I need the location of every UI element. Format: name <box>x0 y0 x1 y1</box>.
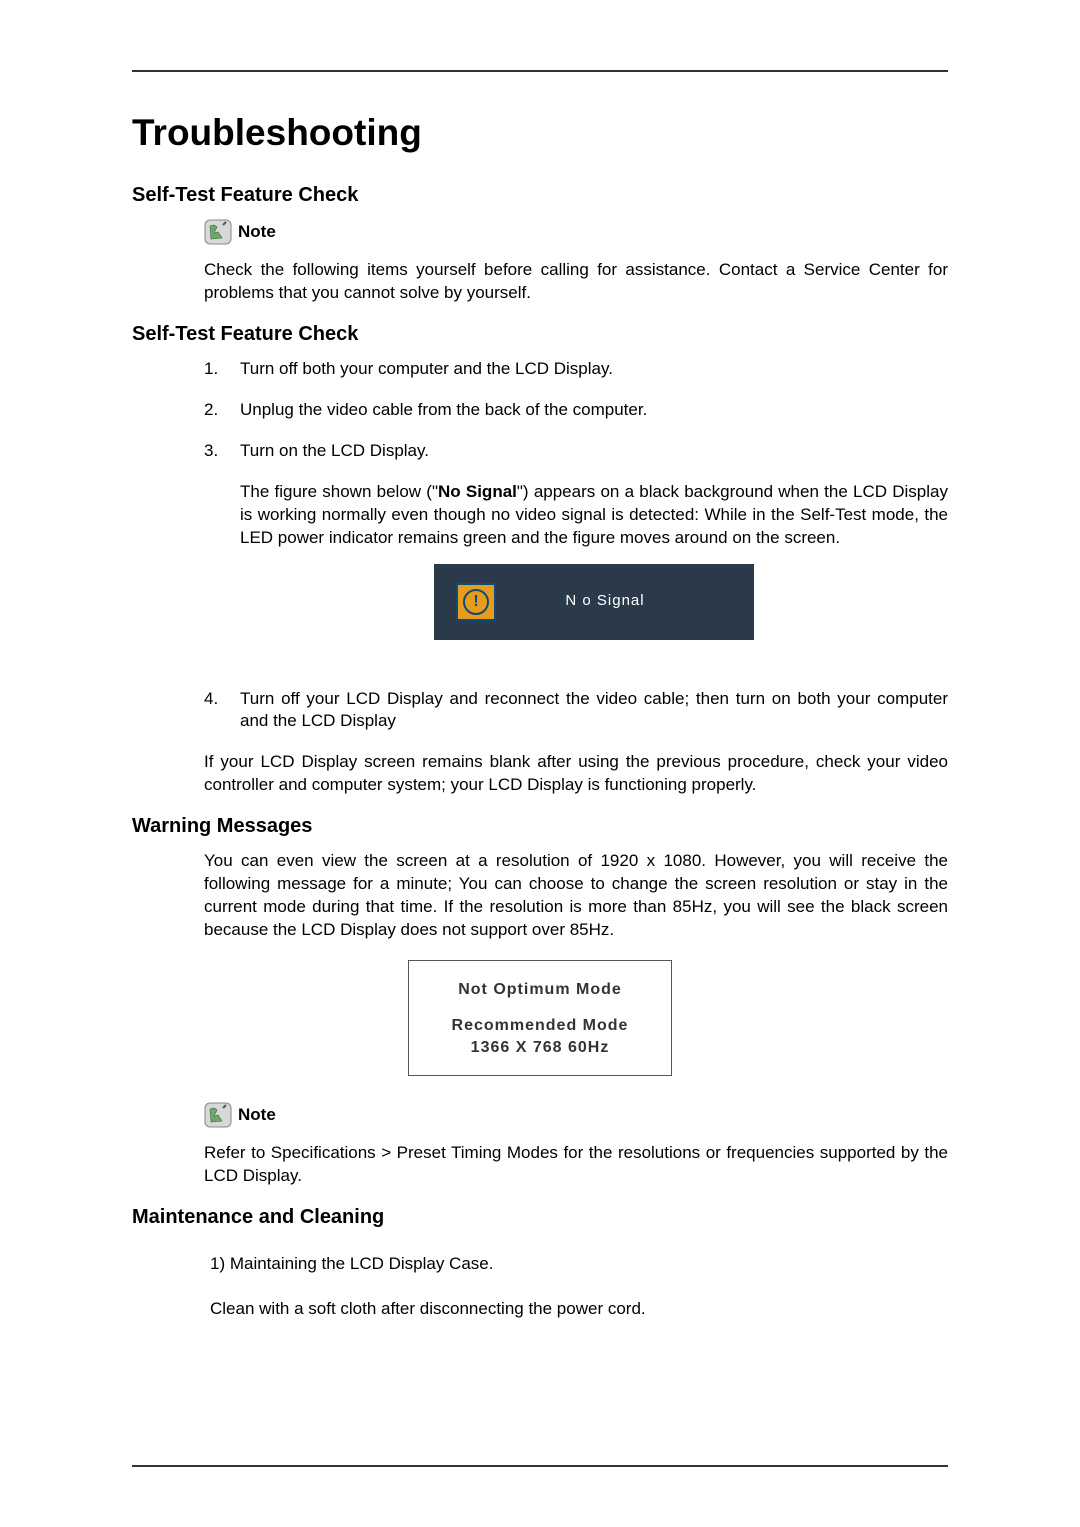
closing-paragraph: If your LCD Display screen remains blank… <box>204 751 948 797</box>
section-heading-selftest-2: Self-Test Feature Check <box>132 323 948 346</box>
step-text: Unplug the video cable from the back of … <box>240 399 948 422</box>
note-label: Note <box>238 222 276 242</box>
maintenance-line2: Clean with a soft cloth after disconnect… <box>210 1298 948 1321</box>
note-body: Refer to Specifications > Preset Timing … <box>204 1142 948 1188</box>
section-heading-selftest-1: Self-Test Feature Check <box>132 184 948 207</box>
optimum-line1: Not Optimum Mode <box>419 981 661 999</box>
step-text: Turn on the LCD Display. <box>240 441 429 460</box>
list-item: 2. Unplug the video cable from the back … <box>204 399 948 422</box>
step-number: 2. <box>204 399 240 422</box>
optimum-line2: Recommended Mode <box>419 1017 661 1035</box>
not-optimum-figure: Not Optimum Mode Recommended Mode 1366 X… <box>408 960 672 1076</box>
step-extra-bold: No Signal <box>438 482 517 501</box>
section-heading-warning: Warning Messages <box>132 815 948 838</box>
intro-paragraph: Check the following items yourself befor… <box>204 259 948 305</box>
step-number: 1. <box>204 358 240 381</box>
optimum-line3: 1366 X 768 60Hz <box>419 1039 661 1057</box>
no-signal-figure: ! N o Signal <box>434 564 754 640</box>
note-row-2: Note <box>204 1102 948 1128</box>
note-label: Note <box>238 1105 276 1125</box>
divider-top <box>132 70 948 72</box>
step-text: Turn off both your computer and the LCD … <box>240 358 948 381</box>
list-item: 4. Turn off your LCD Display and reconne… <box>204 688 948 734</box>
note-icon <box>204 1102 232 1128</box>
note-icon <box>204 219 232 245</box>
step-body: Turn on the LCD Display. The figure show… <box>240 440 948 670</box>
maintenance-line1: 1) Maintaining the LCD Display Case. <box>210 1253 948 1276</box>
step-text: Turn off your LCD Display and reconnect … <box>240 688 948 734</box>
page-title: Troubleshooting <box>132 112 948 154</box>
warning-body: You can even view the screen at a resolu… <box>204 850 948 942</box>
page-container: Troubleshooting Self-Test Feature Check … <box>0 0 1080 1321</box>
list-item: 1. Turn off both your computer and the L… <box>204 358 948 381</box>
section-heading-maintenance: Maintenance and Cleaning <box>132 1206 948 1229</box>
warning-icon: ! <box>456 583 496 621</box>
steps-list: 1. Turn off both your computer and the L… <box>204 358 948 734</box>
warning-icon-inner: ! <box>463 589 489 615</box>
step-extra: The figure shown below ("No Signal") app… <box>240 481 948 550</box>
step-number: 3. <box>204 440 240 670</box>
note-row-1: Note <box>204 219 948 245</box>
step-extra-pre: The figure shown below (" <box>240 482 438 501</box>
step-number: 4. <box>204 688 240 734</box>
no-signal-text: N o Signal <box>496 591 754 611</box>
list-item: 3. Turn on the LCD Display. The figure s… <box>204 440 948 670</box>
divider-bottom <box>132 1465 948 1467</box>
